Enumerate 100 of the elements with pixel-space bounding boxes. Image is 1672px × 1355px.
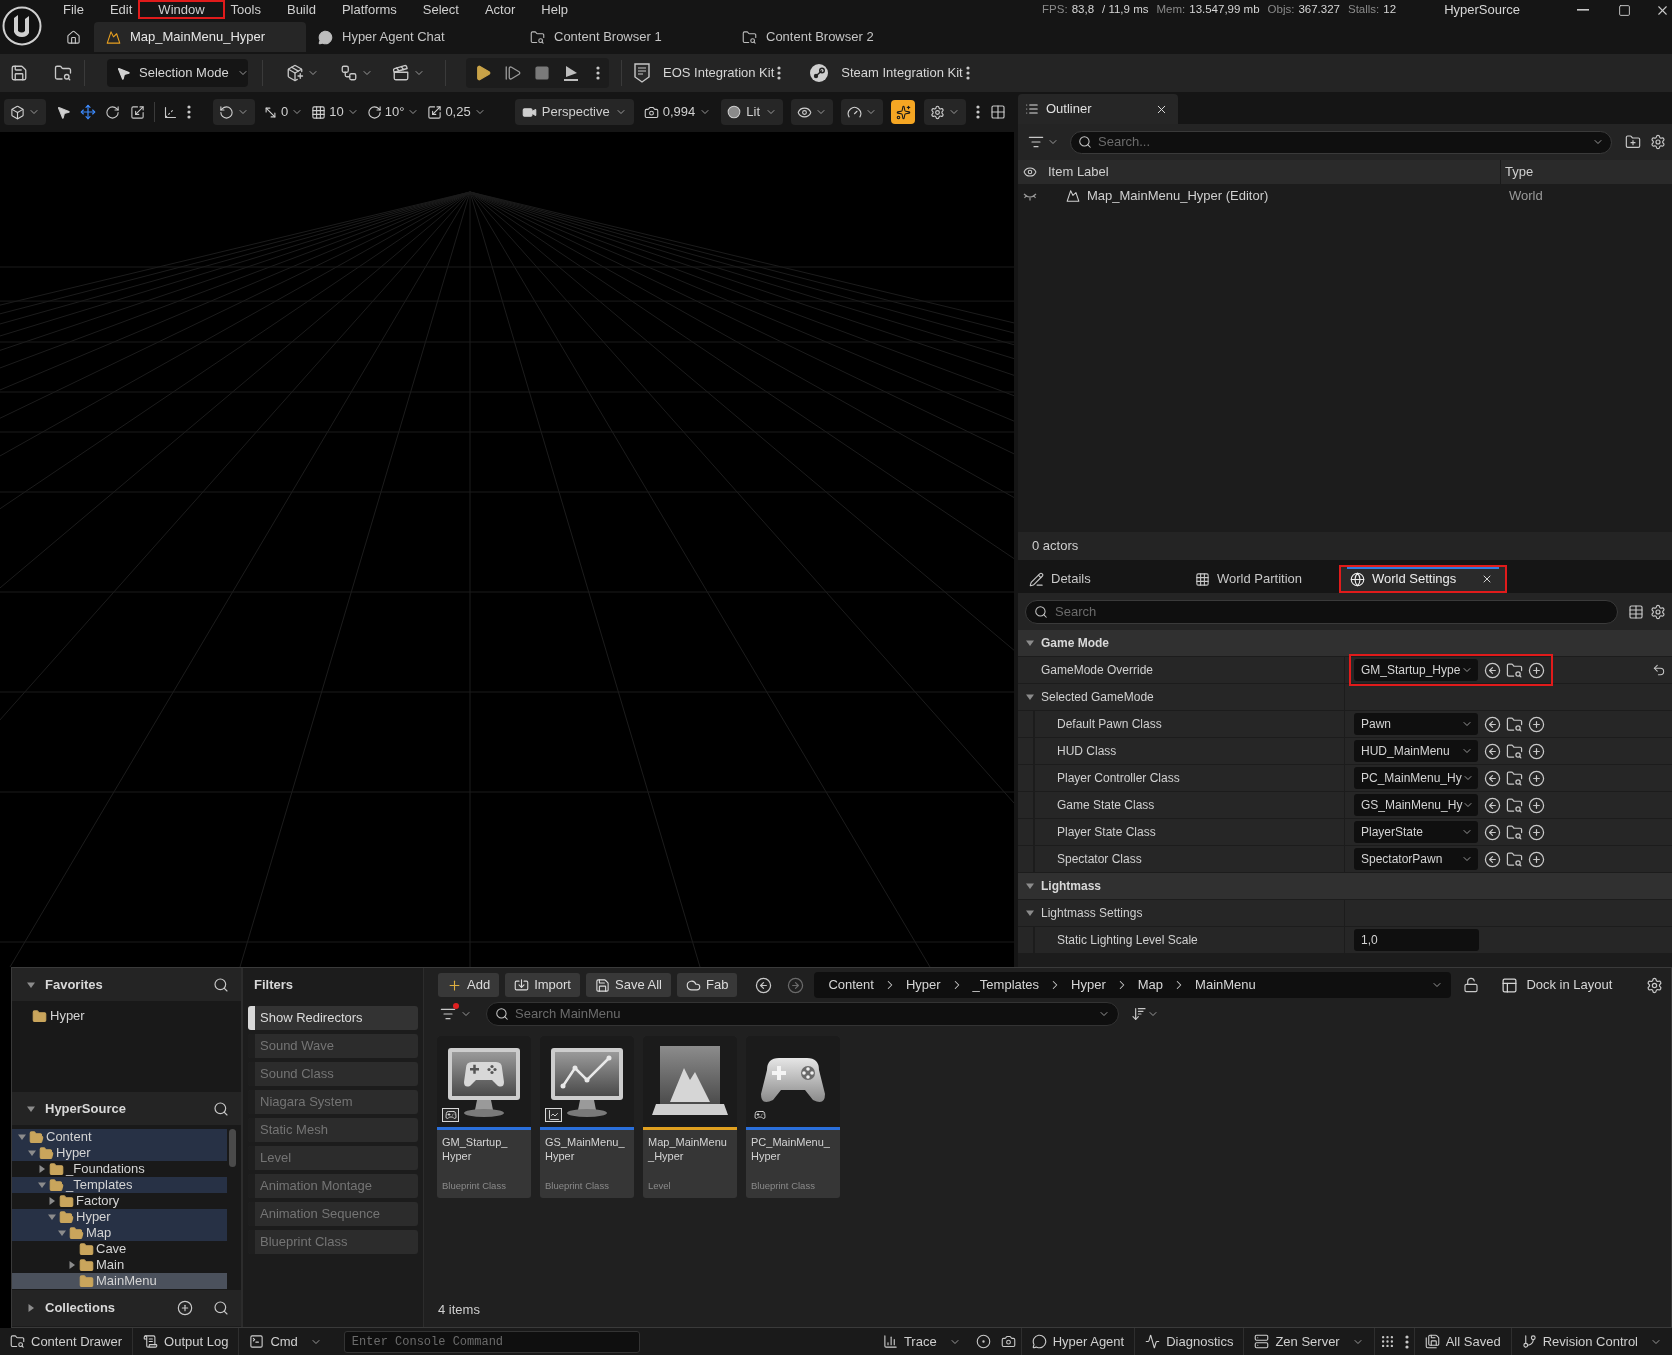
- asset-tile[interactable]: GM_Startup_Hyper Blueprint Class: [437, 1036, 531, 1198]
- menu-item[interactable]: File: [50, 0, 97, 19]
- column-heading[interactable]: Type: [1505, 162, 1534, 182]
- stop-icon[interactable]: [534, 65, 550, 81]
- visibility-icon[interactable]: [1023, 165, 1037, 179]
- class-dropdown[interactable]: HUD_MainMenu: [1354, 740, 1478, 762]
- console-field[interactable]: Enter Console Command: [343, 1330, 640, 1353]
- move-icon[interactable]: [80, 104, 96, 120]
- class-dropdown[interactable]: Pawn: [1354, 713, 1478, 735]
- left-arrow-circle-icon[interactable]: [1484, 850, 1501, 868]
- search-icon[interactable]: [213, 1100, 229, 1117]
- add-folder-icon[interactable]: [1625, 134, 1641, 150]
- class-dropdown[interactable]: PlayerState: [1354, 821, 1478, 843]
- status-bar-button[interactable]: Cmd: [239, 1328, 332, 1355]
- class-dropdown[interactable]: GS_MainMenu_Hy: [1354, 794, 1478, 816]
- menu-item[interactable]: Platforms: [328, 0, 410, 19]
- plus-circle-icon[interactable]: [1528, 796, 1545, 814]
- expanded-triangle-icon[interactable]: [1026, 639, 1034, 647]
- maximize-icon[interactable]: [1618, 3, 1631, 17]
- scale-icon[interactable]: [130, 104, 145, 120]
- folder-tree-item[interactable]: MainMenu: [12, 1273, 227, 1289]
- snap-dropdown[interactable]: 10: [311, 99, 359, 125]
- collapsed-triangle-icon[interactable]: [48, 1197, 56, 1205]
- search-field[interactable]: Search...: [1070, 130, 1612, 154]
- expanded-triangle-icon[interactable]: [1026, 882, 1034, 890]
- plus-circle-icon[interactable]: [1528, 715, 1545, 733]
- plugin-menu-button[interactable]: EOS Integration Kit: [663, 63, 782, 83]
- search-icon[interactable]: [213, 1300, 229, 1316]
- toolbar-button[interactable]: Fab: [676, 973, 738, 997]
- sort-icon[interactable]: [1131, 1006, 1147, 1022]
- search-input[interactable]: Search MainMenu: [515, 1004, 1092, 1024]
- shield-logo-icon[interactable]: [633, 63, 651, 83]
- search-input[interactable]: Search: [1055, 601, 1609, 622]
- number-field[interactable]: 1,0: [1354, 929, 1479, 951]
- breadcrumb-item[interactable]: MainMenu: [1195, 975, 1256, 995]
- status-bar-button[interactable]: Hyper Agent: [1021, 1328, 1135, 1355]
- collapsed-triangle-icon[interactable]: [68, 1261, 76, 1269]
- settings-dropdown[interactable]: [924, 99, 966, 125]
- step-icon[interactable]: [504, 64, 522, 82]
- plus-circle-icon[interactable]: [1528, 823, 1545, 841]
- plus-circle-icon[interactable]: [1528, 850, 1545, 868]
- axes-icon[interactable]: [163, 104, 178, 120]
- collapsed-triangle-icon[interactable]: [27, 1304, 35, 1312]
- show-dropdown[interactable]: [791, 99, 833, 125]
- breadcrumb-item[interactable]: _Templates: [972, 975, 1040, 995]
- settings-icon[interactable]: [1650, 603, 1666, 620]
- status-bar-button[interactable]: Output Log: [133, 1328, 239, 1355]
- menu-item[interactable]: Build: [273, 0, 329, 19]
- reset-arrow-icon[interactable]: [1651, 663, 1666, 677]
- circle-logo-icon[interactable]: [809, 63, 830, 83]
- class-dropdown[interactable]: SpectatorPawn: [1354, 848, 1478, 870]
- more-icon[interactable]: [596, 66, 600, 80]
- document-tab[interactable]: Hyper Agent Chat: [306, 22, 518, 52]
- plus-circle-icon[interactable]: [1528, 661, 1545, 679]
- snap-dropdown[interactable]: 0,25: [427, 99, 486, 125]
- folder-search-icon[interactable]: [1506, 742, 1523, 760]
- status-bar-button[interactable]: Zen Server: [1244, 1328, 1374, 1355]
- folder-search-icon[interactable]: [1506, 796, 1523, 814]
- nodes-icon[interactable]: [340, 64, 358, 82]
- expanded-triangle-icon[interactable]: [38, 1181, 46, 1189]
- save-icon[interactable]: [10, 64, 28, 82]
- plus-circle-icon[interactable]: [1528, 769, 1545, 787]
- folder-search-icon[interactable]: [54, 64, 72, 82]
- panel-tab[interactable]: Outliner: [1018, 94, 1178, 124]
- snap-dropdown[interactable]: 0: [263, 99, 304, 125]
- more-icon[interactable]: [976, 105, 980, 119]
- select-icon[interactable]: [56, 104, 71, 120]
- filter-icon[interactable]: [440, 1006, 456, 1022]
- expanded-triangle-icon[interactable]: [1026, 909, 1034, 917]
- filter-icon[interactable]: [1028, 134, 1044, 150]
- eject-icon[interactable]: [562, 64, 580, 82]
- camera-icon[interactable]: [1000, 1334, 1016, 1349]
- play-icon[interactable]: [474, 64, 492, 82]
- left-arrow-circle-icon[interactable]: [1484, 823, 1501, 841]
- folder-tree-item[interactable]: Factory: [12, 1193, 227, 1209]
- left-arrow-circle-icon[interactable]: [1484, 769, 1501, 787]
- expanded-triangle-icon[interactable]: [18, 1133, 26, 1141]
- folder-tree-item[interactable]: _Foundations: [12, 1161, 227, 1177]
- table-icon[interactable]: [1628, 603, 1644, 620]
- snap-dropdown[interactable]: [213, 99, 255, 125]
- panel-tab[interactable]: World Settings: [1339, 565, 1507, 593]
- menu-item[interactable]: Help: [528, 0, 582, 19]
- breadcrumb-item[interactable]: Hyper: [905, 975, 941, 995]
- folder-tree-item[interactable]: Cave: [12, 1241, 227, 1257]
- expanded-triangle-icon[interactable]: [48, 1213, 56, 1221]
- breadcrumb-item[interactable]: Map: [1137, 975, 1164, 995]
- lighting-dropdown[interactable]: Lit: [721, 99, 783, 125]
- folder-tree-item[interactable]: Map: [12, 1225, 227, 1241]
- search-icon[interactable]: [213, 976, 229, 993]
- selection-mode-dropdown[interactable]: Selection Mode: [107, 59, 248, 87]
- favorite-item[interactable]: Hyper: [12, 1007, 241, 1025]
- plugin-menu-button[interactable]: Steam Integration Kit: [841, 63, 970, 83]
- performance-dropdown[interactable]: [841, 99, 883, 125]
- asset-tile[interactable]: GS_MainMenu_Hyper Blueprint Class: [540, 1036, 634, 1198]
- breadcrumb-item[interactable]: Content: [828, 975, 874, 995]
- folder-tree-item[interactable]: Hyper: [12, 1145, 227, 1161]
- folder-search-icon[interactable]: [1506, 661, 1523, 679]
- status-bar-button[interactable]: All Saved: [1414, 1328, 1511, 1355]
- camera-speed-dropdown[interactable]: 0,994: [643, 99, 712, 125]
- expanded-triangle-icon[interactable]: [1026, 693, 1034, 701]
